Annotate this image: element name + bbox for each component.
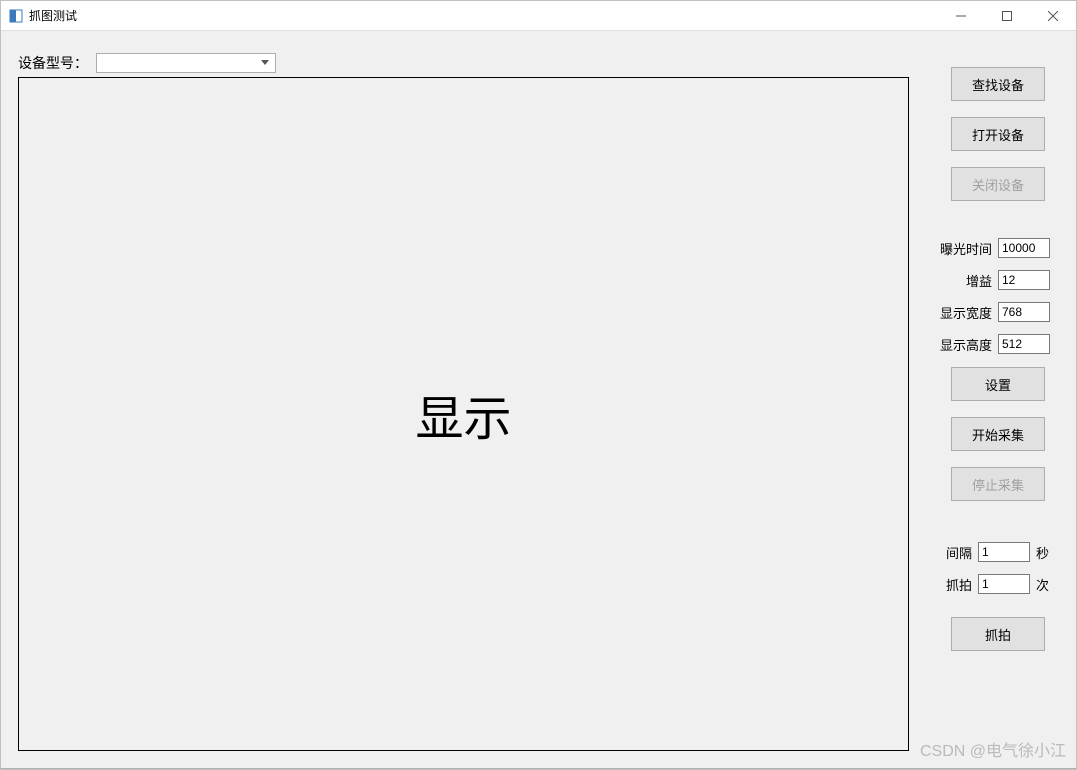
display-height-label: 显示高度 [934, 335, 998, 354]
start-acquisition-button[interactable]: 开始采集 [951, 417, 1045, 451]
close-device-button[interactable]: 关闭设备 [951, 167, 1045, 201]
snap-button-row: 抓拍 [934, 617, 1062, 651]
app-window: 抓图测试 设备型号： 显示 查找设备 打开设备 关闭设备 [0, 0, 1077, 770]
display-area: 显示 [18, 77, 909, 751]
snap-count-row: 抓拍 次 [934, 573, 1062, 595]
device-model-label: 设备型号： [18, 53, 88, 73]
device-row: 设备型号： [18, 53, 276, 73]
set-button[interactable]: 设置 [951, 367, 1045, 401]
window-controls [938, 1, 1076, 31]
side-panel: 查找设备 打开设备 关闭设备 曝光时间 增益 显示宽度 显示高度 [934, 67, 1062, 667]
interval-label: 间隔 [934, 543, 978, 562]
maximize-button[interactable] [984, 1, 1030, 31]
client-area: 设备型号： 显示 查找设备 打开设备 关闭设备 曝光时间 增益 [1, 31, 1076, 769]
device-model-combobox[interactable] [96, 53, 276, 73]
snap-count-unit: 次 [1036, 575, 1049, 594]
display-height-row: 显示高度 [934, 333, 1062, 355]
param-group: 曝光时间 增益 显示宽度 显示高度 [934, 237, 1062, 355]
minimize-button[interactable] [938, 1, 984, 31]
interval-unit: 秒 [1036, 543, 1049, 562]
gain-input[interactable] [998, 270, 1050, 290]
gain-label: 增益 [934, 271, 998, 290]
snap-group: 间隔 秒 抓拍 次 抓拍 [934, 541, 1062, 651]
close-button[interactable] [1030, 1, 1076, 31]
stop-acquisition-button[interactable]: 停止采集 [951, 467, 1045, 501]
display-width-label: 显示宽度 [934, 303, 998, 322]
acq-button-group: 设置 开始采集 停止采集 [934, 367, 1062, 501]
interval-input[interactable] [978, 542, 1030, 562]
display-height-input[interactable] [998, 334, 1050, 354]
exposure-input[interactable] [998, 238, 1050, 258]
titlebar: 抓图测试 [1, 1, 1076, 31]
display-placeholder-text: 显示 [415, 379, 511, 449]
snap-button[interactable]: 抓拍 [951, 617, 1045, 651]
display-width-row: 显示宽度 [934, 301, 1062, 323]
bottom-separator [1, 768, 1076, 769]
snap-count-input[interactable] [978, 574, 1030, 594]
app-icon [9, 9, 23, 23]
window-title: 抓图测试 [29, 7, 77, 24]
gain-row: 增益 [934, 269, 1062, 291]
snap-count-label: 抓拍 [934, 575, 978, 594]
exposure-row: 曝光时间 [934, 237, 1062, 259]
exposure-label: 曝光时间 [934, 239, 998, 258]
open-device-button[interactable]: 打开设备 [951, 117, 1045, 151]
display-width-input[interactable] [998, 302, 1050, 322]
find-device-button[interactable]: 查找设备 [951, 67, 1045, 101]
interval-row: 间隔 秒 [934, 541, 1062, 563]
